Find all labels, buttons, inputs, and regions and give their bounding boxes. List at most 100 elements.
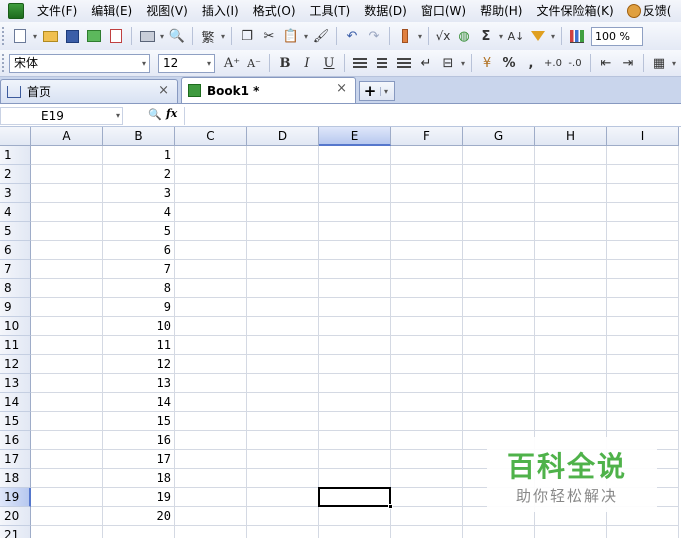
cell-g21[interactable]: [463, 526, 535, 538]
cell-f10[interactable]: [391, 317, 463, 336]
cell-e2[interactable]: [319, 165, 391, 184]
cell-e21[interactable]: [319, 526, 391, 538]
cell-a1[interactable]: [31, 146, 103, 165]
cell-b10[interactable]: 10: [103, 317, 175, 336]
cell-b18[interactable]: 18: [103, 469, 175, 488]
merge-dropdown[interactable]: ▾: [459, 59, 467, 68]
cell-i12[interactable]: [607, 355, 679, 374]
cell-c18[interactable]: [175, 469, 247, 488]
cell-c11[interactable]: [175, 336, 247, 355]
cell-g11[interactable]: [463, 336, 535, 355]
cell-i7[interactable]: [607, 260, 679, 279]
open-button[interactable]: [39, 25, 61, 47]
cell-e17[interactable]: [319, 450, 391, 469]
print-preview-button[interactable]: 🔍: [166, 25, 188, 47]
chevron-down-icon[interactable]: ▾: [380, 86, 388, 96]
row-header-20[interactable]: 20: [0, 507, 31, 526]
cell-f19[interactable]: [391, 488, 463, 507]
row-header-13[interactable]: 13: [0, 374, 31, 393]
cell-d18[interactable]: [247, 469, 319, 488]
formula-input[interactable]: [184, 107, 681, 125]
menu-format[interactable]: 格式(O): [246, 0, 303, 22]
cell-c21[interactable]: [175, 526, 247, 538]
menu-view[interactable]: 视图(V): [139, 0, 195, 22]
cell-i10[interactable]: [607, 317, 679, 336]
cell-h8[interactable]: [535, 279, 607, 298]
cell-a5[interactable]: [31, 222, 103, 241]
cell-f5[interactable]: [391, 222, 463, 241]
cell-d15[interactable]: [247, 412, 319, 431]
cell-f11[interactable]: [391, 336, 463, 355]
menu-tools[interactable]: 工具(T): [303, 0, 358, 22]
column-header-a[interactable]: A: [31, 127, 103, 146]
send-mail-button[interactable]: [83, 25, 105, 47]
cell-f15[interactable]: [391, 412, 463, 431]
insert-function-button[interactable]: fx: [166, 107, 177, 120]
borders-button[interactable]: ▦: [648, 52, 670, 74]
cell-b2[interactable]: 2: [103, 165, 175, 184]
cell-c4[interactable]: [175, 203, 247, 222]
column-header-d[interactable]: D: [247, 127, 319, 146]
search-web-button[interactable]: ◍: [453, 25, 475, 47]
cell-d3[interactable]: [247, 184, 319, 203]
app-icon[interactable]: [8, 3, 24, 19]
cell-a12[interactable]: [31, 355, 103, 374]
percent-button[interactable]: %: [498, 52, 520, 74]
cell-c2[interactable]: [175, 165, 247, 184]
cell-i2[interactable]: [607, 165, 679, 184]
tab-book1[interactable]: Book1 * ×: [181, 77, 356, 103]
cell-a18[interactable]: [31, 469, 103, 488]
new-dropdown[interactable]: ▾: [31, 32, 39, 41]
cell-i6[interactable]: [607, 241, 679, 260]
cell-b12[interactable]: 12: [103, 355, 175, 374]
merge-center-button[interactable]: ⊟: [437, 52, 459, 74]
cell-b16[interactable]: 16: [103, 431, 175, 450]
cell-g15[interactable]: [463, 412, 535, 431]
fill-handle[interactable]: [388, 504, 393, 509]
borders-dropdown[interactable]: ▾: [670, 59, 678, 68]
cell-c10[interactable]: [175, 317, 247, 336]
cell-c17[interactable]: [175, 450, 247, 469]
row-header-12[interactable]: 12: [0, 355, 31, 374]
column-header-c[interactable]: C: [175, 127, 247, 146]
print-button[interactable]: [136, 25, 158, 47]
cut-button[interactable]: ✂: [258, 25, 280, 47]
cell-e5[interactable]: [319, 222, 391, 241]
cell-c14[interactable]: [175, 393, 247, 412]
cell-a4[interactable]: [31, 203, 103, 222]
cell-c7[interactable]: [175, 260, 247, 279]
row-header-19[interactable]: 19: [0, 488, 31, 507]
menu-insert[interactable]: 插入(I): [195, 0, 246, 22]
row-header-21[interactable]: 21: [0, 526, 31, 538]
decrease-decimal-button[interactable]: -.0: [564, 52, 586, 74]
menu-file[interactable]: 文件(F): [30, 0, 84, 22]
cell-e8[interactable]: [319, 279, 391, 298]
save-button[interactable]: [61, 25, 83, 47]
column-header-i[interactable]: I: [607, 127, 679, 146]
cell-h10[interactable]: [535, 317, 607, 336]
font-size-select[interactable]: 12 ▾: [158, 53, 215, 73]
cell-d4[interactable]: [247, 203, 319, 222]
cell-c19[interactable]: [175, 488, 247, 507]
cell-c6[interactable]: [175, 241, 247, 260]
cell-h5[interactable]: [535, 222, 607, 241]
cell-g5[interactable]: [463, 222, 535, 241]
cell-c16[interactable]: [175, 431, 247, 450]
cell-f9[interactable]: [391, 298, 463, 317]
row-header-2[interactable]: 2: [0, 165, 31, 184]
cell-g10[interactable]: [463, 317, 535, 336]
row-header-11[interactable]: 11: [0, 336, 31, 355]
column-header-f[interactable]: F: [391, 127, 463, 146]
cell-h6[interactable]: [535, 241, 607, 260]
cell-g14[interactable]: [463, 393, 535, 412]
increase-font-button[interactable]: A⁺: [221, 52, 243, 74]
cell-d16[interactable]: [247, 431, 319, 450]
filter-button[interactable]: [527, 25, 549, 47]
cell-c13[interactable]: [175, 374, 247, 393]
format-painter-button[interactable]: 🖌: [310, 25, 332, 47]
cell-d9[interactable]: [247, 298, 319, 317]
cell-b7[interactable]: 7: [103, 260, 175, 279]
cell-b5[interactable]: 5: [103, 222, 175, 241]
comma-style-button[interactable]: ,: [520, 52, 542, 74]
cell-d10[interactable]: [247, 317, 319, 336]
